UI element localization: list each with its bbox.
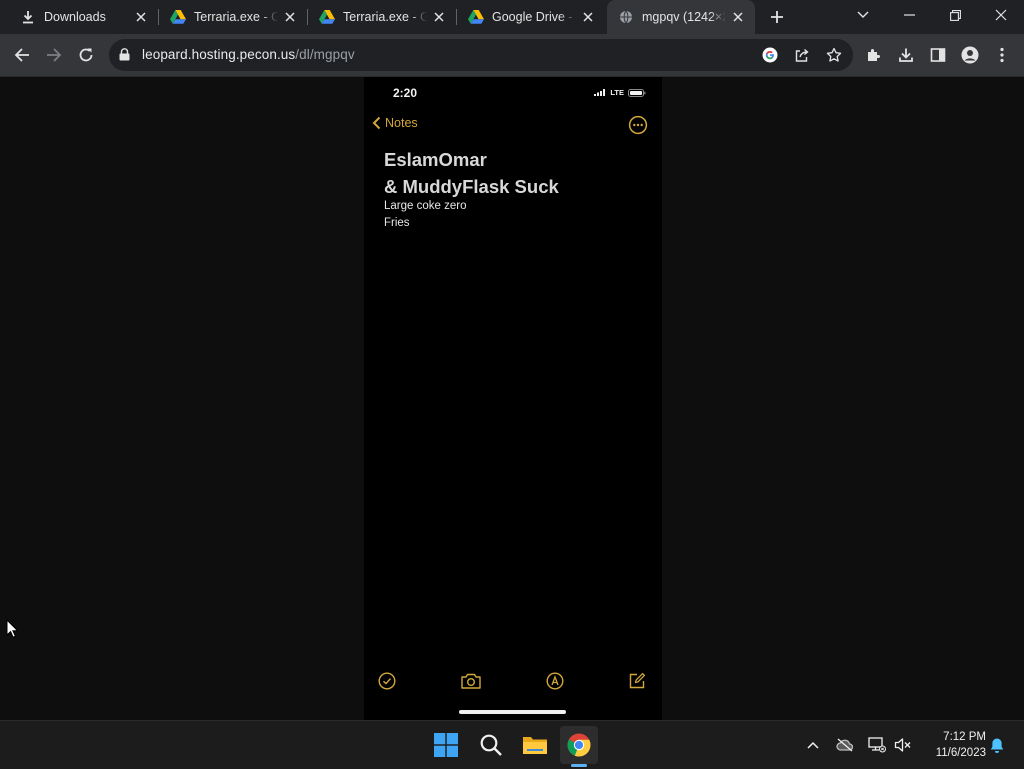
chrome-taskbar-button[interactable] — [560, 726, 598, 764]
tab-mgpqv[interactable]: mgpqv (1242×2688) — [607, 0, 755, 34]
running-indicator — [571, 764, 587, 767]
note-title-line-1: EslamOmar — [384, 149, 487, 170]
screenshot-image: 2:20 LTE Notes EslamOmar & MuddyFlask Su… — [364, 77, 662, 720]
clock-date: 11/6/2023 — [935, 747, 986, 759]
tab-title: Terraria.exe - Google Drive — [194, 10, 278, 24]
bookmark-star-icon[interactable] — [824, 45, 844, 65]
onedrive-offline-icon[interactable] — [836, 736, 854, 754]
downloads-button[interactable] — [892, 41, 920, 69]
notes-back-button: Notes — [372, 116, 418, 130]
chevron-left-icon — [372, 116, 381, 130]
close-window-button[interactable] — [978, 0, 1024, 30]
notification-bell-icon[interactable] — [988, 736, 1006, 754]
lock-icon[interactable] — [119, 48, 130, 66]
mouse-cursor-icon — [6, 618, 19, 643]
battery-icon — [628, 88, 646, 97]
browser-menu-button[interactable] — [988, 41, 1016, 69]
note-line: Large coke zero — [384, 200, 467, 212]
tab-terraria-1[interactable]: Terraria.exe - Google Drive — [162, 0, 306, 34]
note-title-line-2: & MuddyFlask Suck — [384, 176, 559, 197]
close-icon[interactable] — [580, 9, 596, 25]
network-type: LTE — [610, 88, 624, 97]
tab-separator — [307, 9, 308, 25]
close-icon[interactable] — [133, 9, 149, 25]
google-drive-icon — [468, 9, 484, 25]
close-icon[interactable] — [730, 9, 746, 25]
folder-icon — [523, 737, 547, 754]
forward-button[interactable] — [40, 41, 68, 69]
taskbar: 7:12 PM 11/6/2023 — [0, 720, 1024, 769]
note-line: Fries — [384, 217, 410, 229]
network-icon[interactable] — [868, 736, 886, 754]
tab-search-button[interactable] — [840, 0, 886, 30]
google-drive-icon — [170, 9, 186, 25]
tab-strip: Downloads Terraria.exe - Google Drive Te… — [0, 0, 1024, 34]
close-icon[interactable] — [282, 9, 298, 25]
markup-pen-icon — [545, 671, 565, 691]
extensions-button[interactable] — [860, 41, 888, 69]
browser-toolbar: leopard.hosting.pecon.us/dl/mgpqv — [0, 34, 1024, 77]
download-icon — [20, 9, 36, 25]
tab-title: Downloads — [44, 10, 106, 24]
tab-title: Google Drive - Virus scan warning — [492, 10, 576, 24]
tab-google-drive[interactable]: Google Drive - Virus scan warning — [460, 0, 604, 34]
compose-icon — [627, 671, 647, 691]
share-icon[interactable] — [792, 45, 812, 65]
home-indicator — [459, 710, 566, 714]
tab-downloads[interactable]: Downloads — [8, 0, 158, 34]
search-button[interactable] — [472, 726, 510, 764]
address-bar[interactable]: leopard.hosting.pecon.us/dl/mgpqv — [109, 39, 853, 71]
back-label: Notes — [385, 116, 418, 130]
phone-time: 2:20 — [393, 86, 418, 100]
side-panel-button[interactable] — [924, 41, 952, 69]
more-options-icon — [628, 115, 648, 140]
minimize-button[interactable] — [886, 0, 932, 30]
taskbar-clock[interactable]: 7:12 PM 11/6/2023 — [918, 729, 986, 761]
chrome-icon — [567, 733, 591, 757]
url-host: leopard.hosting.pecon.us — [142, 47, 296, 62]
windows-icon — [434, 733, 458, 757]
camera-icon — [461, 671, 481, 691]
volume-muted-icon[interactable] — [894, 736, 912, 754]
google-lens-icon[interactable] — [760, 45, 780, 65]
clock-time: 7:12 PM — [943, 731, 986, 743]
start-button[interactable] — [427, 726, 465, 764]
file-explorer-button[interactable] — [516, 726, 554, 764]
back-button[interactable] — [8, 41, 36, 69]
tab-separator — [456, 9, 457, 25]
tab-title: mgpqv (1242×2688) — [642, 10, 726, 24]
page-content: 2:20 LTE Notes EslamOmar & MuddyFlask Su… — [0, 77, 1024, 720]
search-icon — [480, 734, 502, 756]
restore-button[interactable] — [932, 0, 978, 30]
close-icon[interactable] — [431, 9, 447, 25]
tab-title: Terraria.exe - Google Drive — [343, 10, 427, 24]
chevron-up-icon[interactable] — [804, 736, 822, 754]
phone-status-bar: LTE — [594, 88, 646, 97]
note-title: EslamOmar & MuddyFlask Suck — [384, 146, 559, 200]
google-drive-icon — [319, 9, 335, 25]
signal-icon — [594, 89, 606, 96]
url-path: /dl/mgpqv — [295, 47, 355, 62]
tab-separator — [158, 9, 159, 25]
url-text: leopard.hosting.pecon.us/dl/mgpqv — [142, 47, 355, 62]
new-tab-button[interactable] — [766, 6, 788, 28]
tab-terraria-2[interactable]: Terraria.exe - Google Drive — [311, 0, 455, 34]
profile-avatar[interactable] — [956, 41, 984, 69]
checklist-icon — [377, 671, 397, 691]
reload-button[interactable] — [72, 41, 100, 69]
globe-icon — [618, 9, 634, 25]
